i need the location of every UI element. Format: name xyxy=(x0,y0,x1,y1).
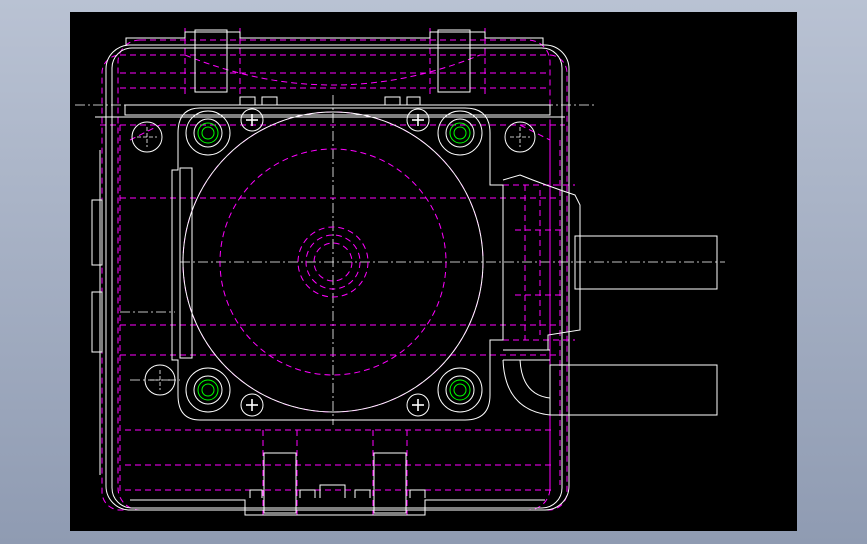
cad-drawing xyxy=(75,28,725,516)
outline-lines xyxy=(91,31,718,516)
bolt-head xyxy=(449,122,471,144)
hidden-lines xyxy=(100,28,575,515)
bolt-body xyxy=(437,29,471,93)
cad-viewport[interactable] xyxy=(70,12,797,531)
bolt-body xyxy=(263,452,297,514)
bolt-head xyxy=(197,379,219,401)
bolts xyxy=(194,29,471,514)
bolt-head xyxy=(197,122,219,144)
bolt-head xyxy=(449,379,471,401)
cable-upper xyxy=(574,235,718,290)
cable-boss xyxy=(502,174,581,351)
hole-crosses xyxy=(246,114,424,411)
bolt-body xyxy=(373,452,407,514)
small-hole-centers xyxy=(137,127,530,390)
cable-lower xyxy=(549,364,718,416)
